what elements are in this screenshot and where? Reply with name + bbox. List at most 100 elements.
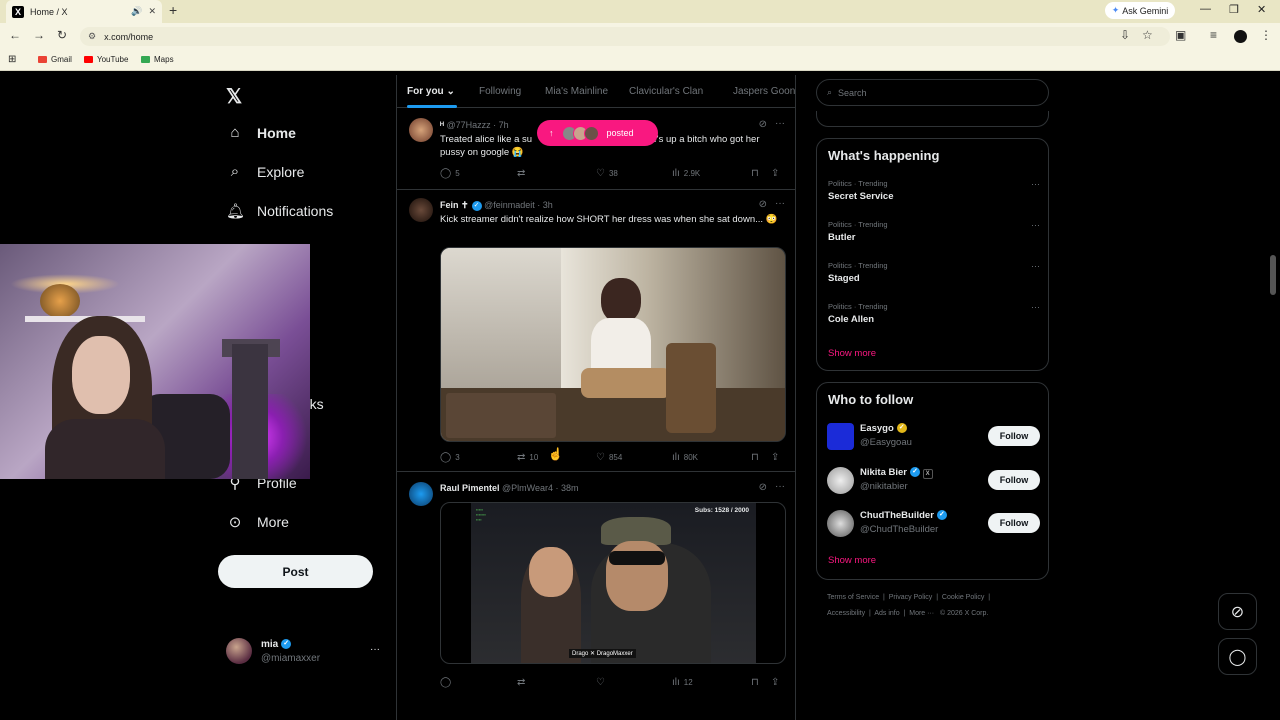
post-button[interactable]: Post	[218, 555, 373, 588]
account-switcher[interactable]: mia ✓ @miamaxxer ···	[226, 638, 386, 668]
trend-item[interactable]: Politics · Trending Butler ···	[828, 220, 1040, 243]
tweet-author-name[interactable]: Raul Pimentel	[440, 483, 500, 493]
tweet-more-icon[interactable]: ···	[775, 481, 785, 492]
avatar[interactable]	[409, 198, 433, 222]
footer-more[interactable]: More ···	[909, 610, 934, 617]
restore-icon[interactable]: ❐	[1229, 3, 1239, 16]
trend-item[interactable]: Politics · Trending Cole Allen ···	[828, 302, 1040, 325]
window-close-icon[interactable]: ✕	[1257, 3, 1266, 16]
footer-cookie[interactable]: Cookie Policy	[942, 594, 984, 601]
search-box[interactable]: ⌕ Search	[816, 79, 1049, 106]
reply-button[interactable]: ◯ 5	[440, 168, 460, 179]
forward-icon[interactable]: →	[33, 28, 45, 42]
footer-ads-info[interactable]: Ads info	[874, 610, 899, 617]
speaker-icon[interactable]: 🔊	[131, 6, 142, 17]
tab-following[interactable]: Following	[479, 86, 521, 97]
avatar[interactable]	[827, 510, 854, 537]
nav-home[interactable]: ⌂ Home	[226, 124, 295, 141]
grok-icon[interactable]: ⊘	[759, 199, 767, 210]
share-button[interactable]: ⇪	[771, 677, 783, 688]
grok-icon[interactable]: ⊘	[759, 119, 767, 130]
tweet-more-icon[interactable]: ···	[775, 118, 785, 129]
follow-suggestion[interactable]: Easygo ✓ @Easygoau Follow	[827, 421, 1040, 451]
bookmark-star-icon[interactable]: ☆	[1142, 28, 1153, 42]
ask-gemini-button[interactable]: ✦ Ask Gemini	[1105, 2, 1175, 19]
messages-fab-icon[interactable]: ◯	[1218, 638, 1257, 675]
trend-item[interactable]: Politics · Trending Staged ···	[828, 261, 1040, 284]
tweet-author-name[interactable]: ᴴ	[440, 120, 444, 130]
views-button[interactable]: ılı 80K	[672, 452, 698, 463]
site-info-icon[interactable]: ⚙	[88, 31, 96, 42]
install-icon[interactable]: ⇩	[1120, 28, 1130, 42]
bookmark-youtube[interactable]: YouTube	[84, 55, 128, 64]
new-tab-button[interactable]: +	[169, 2, 177, 18]
back-icon[interactable]: ←	[9, 28, 21, 42]
trend-more-icon[interactable]: ···	[1031, 302, 1040, 312]
tab-for-you[interactable]: For you ⌄	[407, 86, 455, 97]
bookmark-maps[interactable]: Maps	[141, 55, 174, 64]
retweet-button[interactable]: ⇄	[517, 677, 529, 688]
footer-accessibility[interactable]: Accessibility	[827, 610, 865, 617]
tweet-author-name[interactable]: Fein ✝	[440, 200, 469, 210]
page-scrollbar[interactable]	[1270, 255, 1276, 295]
bookmark-button[interactable]: ⊓	[751, 168, 763, 179]
x-logo-icon[interactable]: 𝕏	[226, 84, 242, 109]
follow-suggestion[interactable]: ChudTheBuilder ✓ @ChudTheBuilder Follow	[827, 508, 1040, 538]
share-button[interactable]: ⇪	[771, 452, 783, 463]
follow-button[interactable]: Follow	[988, 426, 1040, 446]
tweet-time[interactable]: 7h	[499, 120, 509, 130]
grok-icon[interactable]: ⊘	[759, 482, 767, 493]
avatar[interactable]	[827, 467, 854, 494]
browser-menu-icon[interactable]: ⋮	[1260, 28, 1272, 42]
tweet[interactable]: Raul Pimentel @PlmWear4 · 38m ⊘ ··· ▪▪▪▪…	[397, 472, 795, 702]
tweet-author-handle[interactable]: @77Hazzz	[446, 120, 490, 130]
tweet-video[interactable]: ▪▪▪▪▪ ▪▪▪▪▪▪▪ ▪▪▪▪ Subs: 1528 / 2000 Drago…	[440, 502, 786, 664]
tweet-time[interactable]: 38m	[561, 483, 579, 493]
sidepanel-icon[interactable]: ▣	[1175, 28, 1186, 42]
reload-icon[interactable]: ↻	[57, 28, 67, 42]
grok-fab-icon[interactable]: ⊘	[1218, 593, 1257, 630]
retweet-button[interactable]: ⇄ 10	[517, 452, 538, 463]
avatar[interactable]	[409, 118, 433, 142]
apps-grid-icon[interactable]: ⊞	[8, 54, 16, 65]
footer-link[interactable]: Terms of Service | Privacy Policy | Cook…	[827, 594, 990, 601]
avatar[interactable]	[409, 482, 433, 506]
media-icon[interactable]: ≡	[1210, 28, 1217, 42]
bookmark-button[interactable]: ⊓	[751, 452, 763, 463]
address-bar[interactable]: ⚙ x.com/home	[80, 27, 1170, 46]
tweet[interactable]: Fein ✝ ✓ @feinmadeit · 3h ⊘ ··· Kick stre…	[397, 190, 795, 472]
trend-more-icon[interactable]: ···	[1031, 179, 1040, 189]
tweet-video[interactable]	[440, 247, 786, 442]
tweet-more-icon[interactable]: ···	[775, 198, 785, 209]
footer-link[interactable]: Accessibility | Ads info | More ··· © 20…	[827, 610, 988, 617]
nav-more[interactable]: ⊙ More	[226, 513, 289, 531]
footer-privacy[interactable]: Privacy Policy	[889, 594, 933, 601]
views-button[interactable]: ılı 12	[672, 677, 693, 688]
trend-more-icon[interactable]: ···	[1031, 220, 1040, 230]
follow-suggestion[interactable]: Nikita Bier ✓ X @nikitabier Follow	[827, 465, 1040, 495]
like-button[interactable]: ♡ 854	[596, 452, 622, 463]
tweet-author-handle[interactable]: @feinmadeit	[484, 200, 535, 210]
bookmark-gmail[interactable]: Gmail	[38, 55, 72, 64]
profile-avatar-icon[interactable]	[1234, 30, 1247, 43]
trend-more-icon[interactable]: ···	[1031, 261, 1040, 271]
show-more-link[interactable]: Show more	[828, 555, 876, 566]
retweet-button[interactable]: ⇄	[517, 168, 529, 179]
footer-terms[interactable]: Terms of Service	[827, 594, 879, 601]
nav-explore[interactable]: ⌕ Explore	[226, 163, 305, 180]
show-more-link[interactable]: Show more	[828, 348, 876, 359]
trend-item[interactable]: Politics · Trending Secret Service ···	[828, 179, 1040, 202]
reply-button[interactable]: ◯	[440, 677, 455, 688]
nav-notifications[interactable]: 🔔︎ Notifications	[226, 202, 333, 220]
new-posts-pill[interactable]: ↑ posted	[537, 120, 658, 146]
reply-button[interactable]: ◯ 3	[440, 452, 460, 463]
follow-button[interactable]: Follow	[988, 513, 1040, 533]
follow-button[interactable]: Follow	[988, 470, 1040, 490]
like-button[interactable]: ♡	[596, 677, 609, 688]
tab-close-icon[interactable]: ✕	[148, 6, 156, 17]
minimize-icon[interactable]: —	[1200, 3, 1211, 15]
browser-tab[interactable]: X Home / X 🔊 ✕	[6, 0, 162, 23]
tweet-time[interactable]: 3h	[543, 200, 553, 210]
tab-jaspers-goon[interactable]: Jaspers Goon	[733, 86, 795, 97]
like-button[interactable]: ♡ 38	[596, 168, 618, 179]
